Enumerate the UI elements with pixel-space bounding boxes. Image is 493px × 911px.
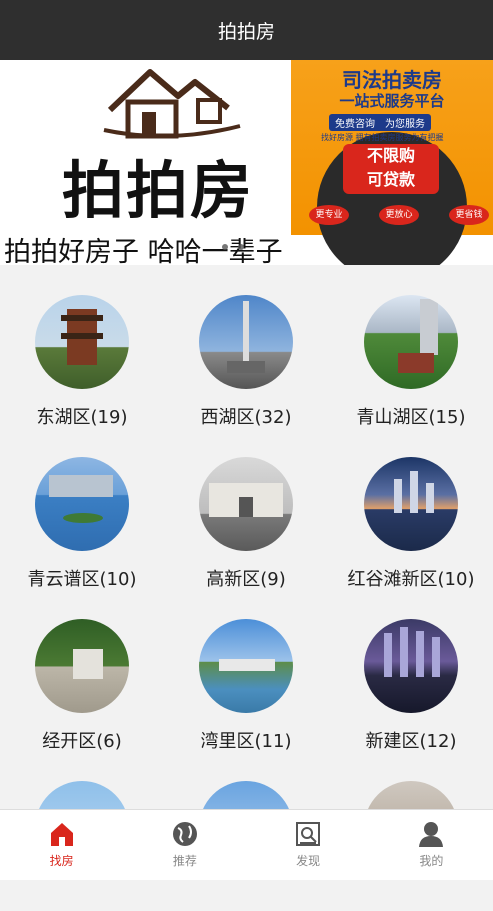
- home-icon: [50, 823, 73, 846]
- district-photo: [199, 619, 293, 713]
- discover-icon: [296, 822, 321, 846]
- district-label: 西湖区(32): [200, 407, 292, 428]
- ad-panel[interactable]: 司法拍卖房 一站式服务平台 免费咨询 为您服务 找好房源 拥有拍卖房服务为有把握…: [291, 60, 493, 265]
- ad-buttons: 更专业 更放心 更省钱: [309, 205, 489, 225]
- ad-title: 司法拍卖房: [342, 68, 442, 92]
- carousel-dots: [222, 244, 244, 250]
- ad-subtitle: 一站式服务平台: [339, 92, 445, 110]
- district-photo: [364, 457, 458, 551]
- tab-label: 我的: [419, 854, 444, 868]
- district-label: 湾里区(11): [200, 731, 292, 752]
- district-photo: [364, 295, 458, 389]
- district-label: 高新区(9): [206, 569, 286, 590]
- district-item[interactable]: 红谷滩新区(10): [329, 427, 493, 590]
- bottom-tab-bar: 找房 推荐 发现 我的: [0, 809, 493, 880]
- house-logo-icon: [103, 69, 241, 139]
- tab-label: 发现: [296, 854, 321, 868]
- district-photo: [35, 295, 129, 389]
- district-label: 东湖区(19): [36, 407, 128, 428]
- district-item[interactable]: 东湖区(19): [0, 265, 164, 428]
- ad-tag: 免费咨询 为您服务: [329, 114, 431, 131]
- district-label: 红谷滩新区(10): [347, 569, 475, 590]
- district-item[interactable]: 青云谱区(10): [0, 427, 164, 590]
- ad-highlight-1: 不限购: [366, 146, 415, 165]
- district-photo: [35, 619, 129, 713]
- district-label: 青云谱区(10): [27, 569, 137, 590]
- district-item[interactable]: 青山湖区(15): [329, 265, 493, 428]
- district-label: 青山湖区(15): [356, 407, 466, 428]
- ad-button: 更放心: [379, 205, 419, 225]
- ad-button: 更省钱: [449, 205, 489, 225]
- tab-find-house[interactable]: 找房: [0, 810, 123, 880]
- district-label: 新建区(12): [365, 731, 457, 752]
- app-title-bar: 拍拍房: [0, 0, 493, 60]
- logo: 拍拍房: [0, 60, 290, 235]
- district-photo: [35, 457, 129, 551]
- ad-small-text: 找好房源 拥有拍卖房服务为有把握: [321, 133, 444, 142]
- district-photo: [199, 295, 293, 389]
- tab-discover[interactable]: 发现: [247, 810, 370, 880]
- district-item[interactable]: 湾里区(11): [164, 589, 328, 752]
- app-title: 拍拍房: [217, 20, 275, 43]
- logo-text: 拍拍房: [62, 154, 255, 227]
- district-photo: [199, 457, 293, 551]
- district-item[interactable]: 新建区(12): [329, 589, 493, 752]
- ad-button: 更专业: [309, 205, 349, 225]
- district-label: 经开区(6): [42, 731, 122, 752]
- user-icon: [419, 822, 444, 847]
- tab-label: 找房: [49, 854, 74, 868]
- globe-icon: [172, 822, 197, 846]
- district-item[interactable]: 西湖区(32): [164, 265, 328, 428]
- banner-carousel[interactable]: 拍拍房 司法拍卖房 一站式服务平台 免费咨询 为您服务 找好房源 拥有拍卖房服务…: [0, 60, 493, 265]
- district-item[interactable]: 经开区(6): [0, 589, 164, 752]
- district-item[interactable]: 高新区(9): [164, 427, 328, 590]
- district-photo: [364, 619, 458, 713]
- ad-highlight: 不限购 可贷款: [343, 144, 439, 194]
- tab-label: 推荐: [172, 854, 197, 868]
- tab-mine[interactable]: 我的: [370, 810, 493, 880]
- ad-highlight-2: 可贷款: [366, 170, 415, 189]
- carousel-dot[interactable]: [238, 244, 244, 250]
- tab-recommend[interactable]: 推荐: [123, 810, 246, 880]
- carousel-dot[interactable]: [222, 244, 228, 250]
